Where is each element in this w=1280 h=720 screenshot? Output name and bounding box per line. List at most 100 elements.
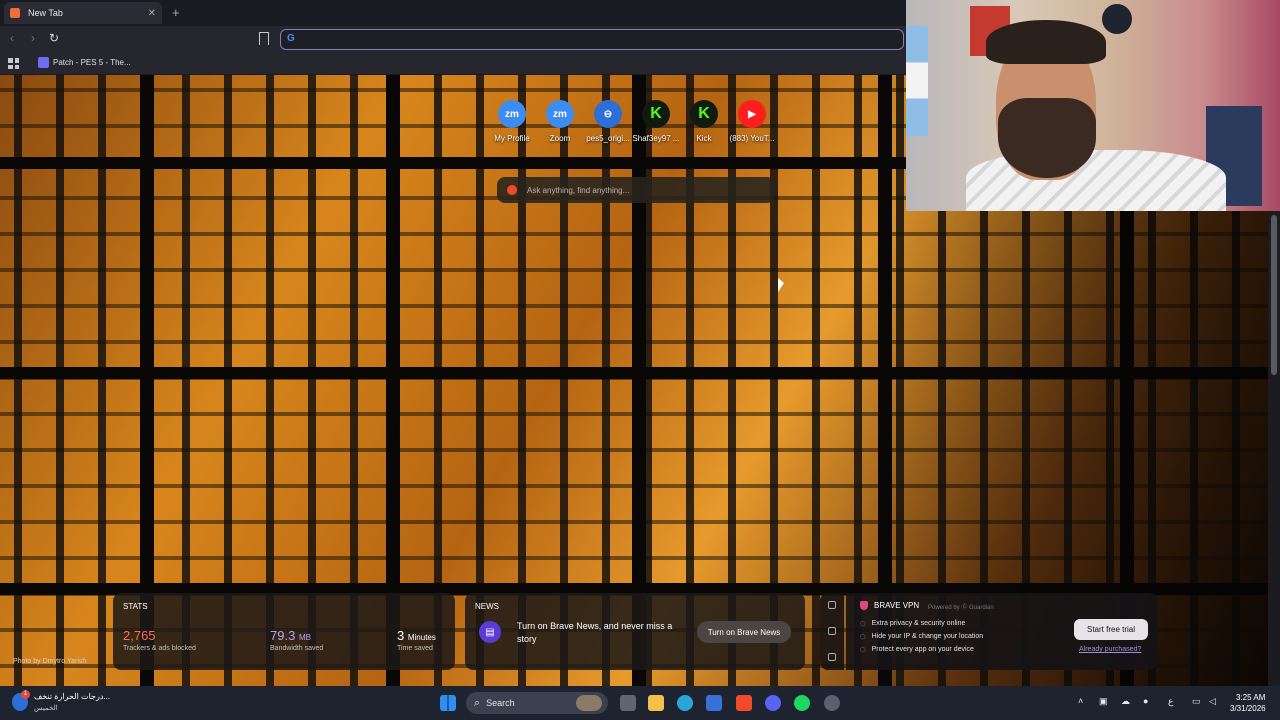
stats-tab-icon[interactable]: [828, 653, 836, 661]
bookmark-item[interactable]: Patch - PES 5 - The...: [38, 57, 131, 68]
top-site-kick[interactable]: K Kick: [684, 100, 724, 143]
vpn-feature: Extra privacy & security online: [860, 620, 966, 627]
address-bar[interactable]: G: [280, 29, 904, 50]
taskbar-search[interactable]: ⌕ Search: [466, 692, 608, 714]
widget-switcher: [820, 593, 844, 670]
news-tab-icon[interactable]: [828, 627, 836, 635]
store-icon[interactable]: [706, 695, 722, 711]
time-unit: Minutes: [407, 633, 436, 642]
news-icon: ▤: [479, 621, 501, 643]
top-site-my-profile[interactable]: zm My Profile: [492, 100, 532, 143]
volume-icon[interactable]: ◁: [1209, 696, 1216, 707]
vpn-title: BRAVE VPN: [860, 601, 919, 610]
top-site-label: My Profile: [494, 134, 530, 143]
photo-credit[interactable]: Photo by Dmytro Yarish: [13, 658, 86, 665]
forward-icon[interactable]: ›: [31, 31, 35, 45]
already-purchased-link[interactable]: Already purchased?: [1079, 646, 1141, 653]
bandwidth-unit: MB: [298, 633, 311, 642]
close-tab-icon[interactable]: ✕: [148, 8, 156, 19]
turn-on-news-button[interactable]: Turn on Brave News: [697, 621, 791, 643]
pes-icon: ⊖: [594, 100, 622, 128]
stat-time: 3 Minutes Time saved: [397, 628, 436, 652]
time-value: 3: [397, 628, 405, 643]
person-beard: [998, 98, 1096, 178]
trackers-value: 2,765: [123, 628, 156, 643]
spotify-icon[interactable]: [794, 695, 810, 711]
bandwidth-value: 79.3: [270, 628, 296, 643]
taskbar-search-label: Search: [486, 698, 515, 708]
file-explorer-icon[interactable]: [648, 695, 664, 711]
edge-icon[interactable]: [677, 695, 693, 711]
search-placeholder: Ask anything, find anything...: [527, 185, 630, 195]
top-site-label: pes5_origi...: [586, 134, 630, 143]
brave-search-icon: [507, 185, 517, 195]
stats-header: STATS: [123, 602, 148, 611]
time-label: Time saved: [397, 645, 433, 652]
shield-icon: [860, 601, 868, 610]
bookmark-label: Patch - PES 5 - The...: [53, 58, 131, 67]
flag-decoration: [906, 26, 928, 136]
discord-icon[interactable]: [765, 695, 781, 711]
scrollbar-thumb[interactable]: [1271, 215, 1277, 375]
top-site-label: Shaf3ey97 ...: [632, 134, 680, 143]
zoom-icon: zm: [546, 100, 574, 128]
clock-time[interactable]: 3:25 AM: [1236, 693, 1265, 702]
vpn-tab-icon[interactable]: [828, 601, 836, 609]
person-hair: [986, 20, 1106, 64]
mouse-cursor: [778, 278, 784, 292]
bookmark-icon[interactable]: [259, 32, 269, 45]
vpn-powered-by: Powered by Ⓖ Guardian: [928, 605, 994, 611]
tab-title: New Tab: [28, 8, 63, 18]
back-icon[interactable]: ‹: [10, 31, 14, 45]
windows-start-icon[interactable]: [440, 695, 456, 711]
zoom-icon: zm: [498, 100, 526, 128]
bookmark-favicon-icon: [38, 57, 49, 68]
search-input[interactable]: Ask anything, find anything...: [497, 177, 775, 203]
apps-grid-icon[interactable]: [8, 58, 19, 69]
brave-taskbar-icon[interactable]: [736, 695, 752, 711]
vpn-widget: BRAVE VPN Powered by Ⓖ Guardian Extra pr…: [846, 593, 1158, 670]
weather-text[interactable]: درجات الحرارة تنخف...: [34, 692, 110, 701]
top-site-label: (883) YouT...: [729, 134, 775, 143]
trackers-label: Trackers & ads blocked: [123, 645, 196, 652]
stat-bandwidth: 79.3 MB Bandwidth saved: [270, 628, 323, 652]
language-indicator[interactable]: ع: [1168, 696, 1173, 707]
reload-icon[interactable]: ↻: [49, 31, 59, 45]
weather-badge: 1: [21, 690, 30, 699]
wall-poster: [1102, 4, 1132, 34]
taskbar: 1 درجات الحرارة تنخف... الخميس ⌕ Search …: [0, 686, 1280, 720]
kick-icon: K: [642, 100, 670, 128]
tray-app-icon[interactable]: ▣: [1099, 696, 1108, 707]
top-site-youtube[interactable]: ▶ (883) YouT...: [729, 100, 775, 143]
start-free-trial-button[interactable]: Start free trial: [1074, 619, 1148, 640]
settings-icon[interactable]: [824, 695, 840, 711]
brave-icon: [10, 8, 20, 18]
task-view-icon[interactable]: [620, 695, 636, 711]
stats-widget: STATS 2,765 Trackers & ads blocked 79.3 …: [113, 593, 455, 670]
stat-trackers: 2,765 Trackers & ads blocked: [123, 628, 196, 652]
weather-day: الخميس: [34, 705, 58, 712]
tray-chevron-icon[interactable]: ˄: [1078, 696, 1083, 706]
vpn-title-text: BRAVE VPN: [874, 601, 920, 610]
top-site-label: Zoom: [549, 134, 571, 143]
microphone-icon[interactable]: ●: [1143, 696, 1148, 706]
top-site-zoom[interactable]: zm Zoom: [540, 100, 580, 143]
network-icon[interactable]: ▭: [1192, 696, 1201, 707]
vpn-feature: Hide your IP & change your location: [860, 633, 984, 640]
onedrive-icon[interactable]: ☁: [1121, 696, 1130, 707]
search-icon: ⌕: [474, 696, 481, 709]
top-site-label: Kick: [696, 134, 712, 143]
top-site-shaf3ey97[interactable]: K Shaf3ey97 ...: [632, 100, 680, 143]
top-sites: zm My Profile zm Zoom ⊖ pes5_origi... K …: [492, 100, 775, 143]
tab-new-tab[interactable]: New Tab ✕: [4, 2, 162, 24]
news-widget: NEWS ▤ Turn on Brave News, and never mis…: [465, 593, 805, 670]
google-icon: G: [287, 33, 295, 44]
new-tab-button[interactable]: +: [172, 5, 180, 20]
webcam-overlay: [906, 0, 1280, 211]
bandwidth-label: Bandwidth saved: [270, 645, 324, 652]
search-highlight-icon: [576, 695, 602, 711]
clock-date[interactable]: 3/31/2026: [1230, 704, 1266, 713]
top-site-pes5[interactable]: ⊖ pes5_origi...: [586, 100, 630, 143]
youtube-icon: ▶: [738, 100, 766, 128]
news-header: NEWS: [475, 602, 499, 611]
